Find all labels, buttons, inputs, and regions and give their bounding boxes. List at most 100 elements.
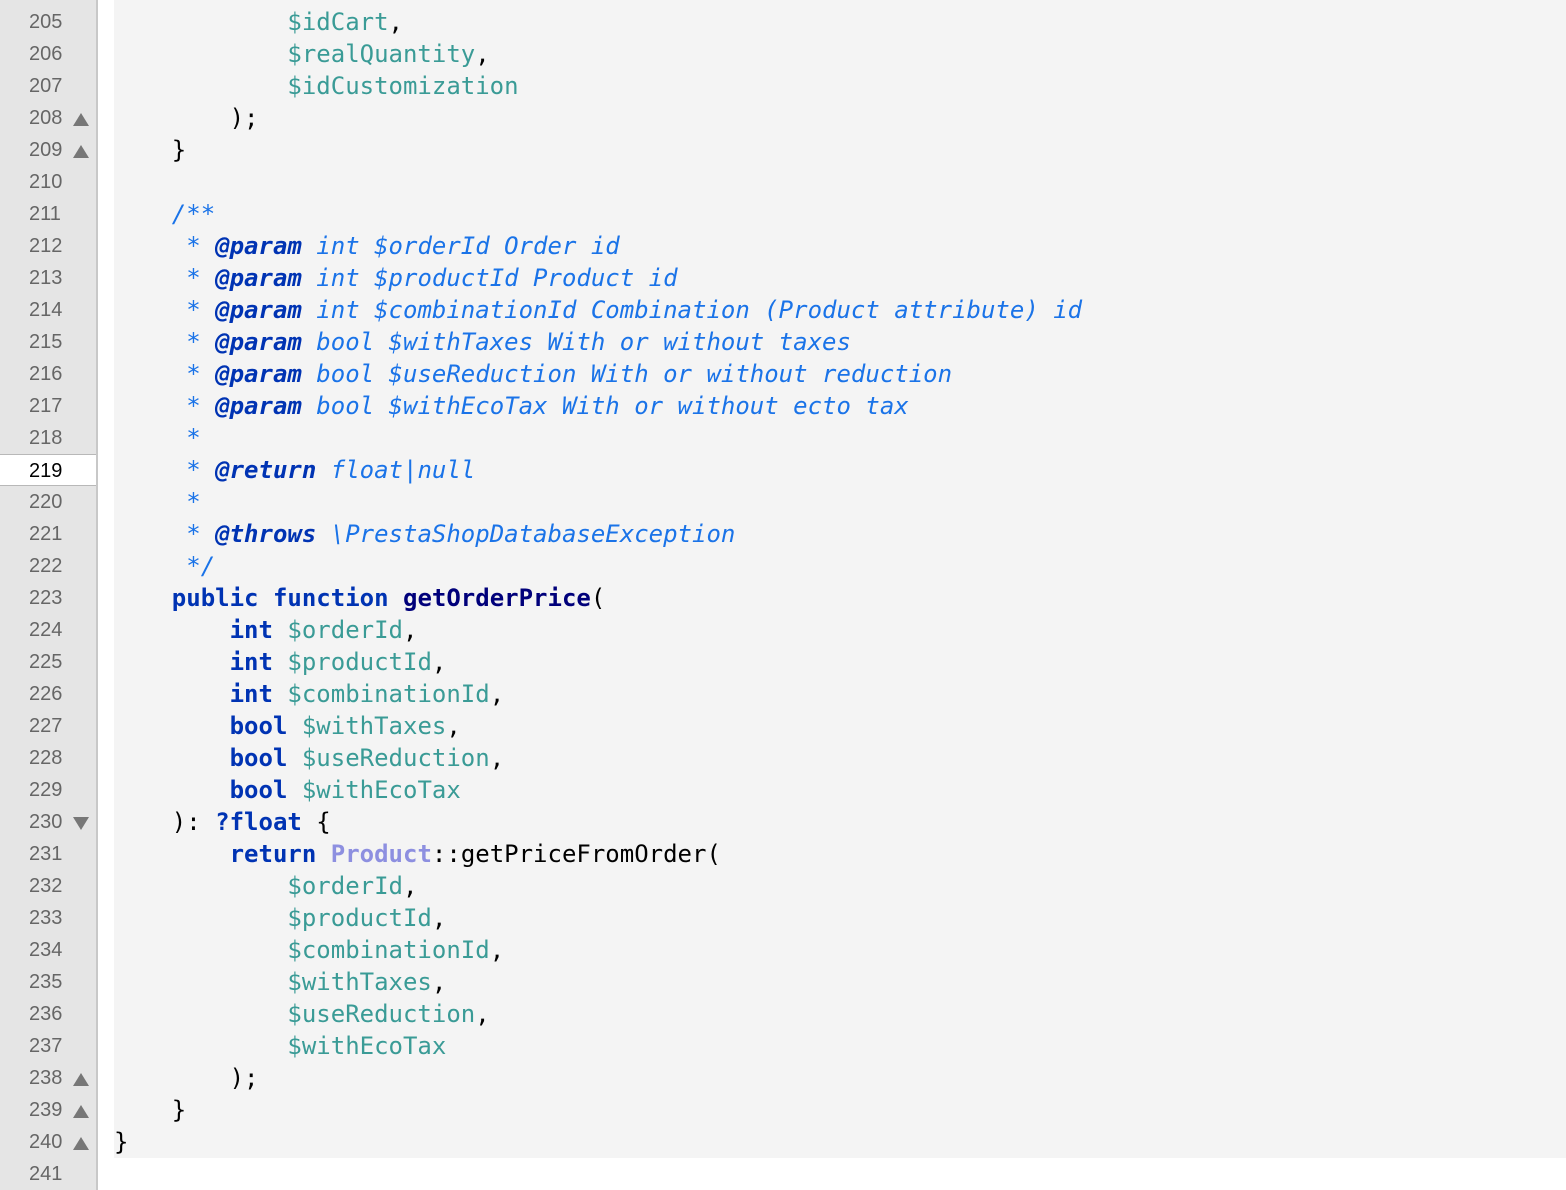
code-text[interactable]: * @return float|null	[114, 454, 475, 486]
code-line[interactable]: 213 * @param int $productId Product id	[0, 262, 1566, 294]
code-text[interactable]: $idCart,	[114, 6, 403, 38]
code-line[interactable]: 229 bool $withEcoTax	[0, 774, 1566, 806]
gutter-cell[interactable]: 211	[0, 198, 96, 230]
code-text[interactable]: *	[114, 486, 200, 518]
code-line[interactable]: 210	[0, 166, 1566, 198]
code-line[interactable]: 206 $realQuantity,	[0, 38, 1566, 70]
code-text[interactable]: bool $withTaxes,	[114, 710, 461, 742]
code-text[interactable]: */	[114, 550, 215, 582]
gutter-cell[interactable]: 239	[0, 1094, 96, 1126]
code-line[interactable]: 208 );	[0, 102, 1566, 134]
gutter-cell[interactable]: 205	[0, 6, 96, 38]
gutter-cell[interactable]: 213	[0, 262, 96, 294]
fold-end-icon[interactable]	[73, 1073, 89, 1086]
code-text[interactable]: }	[114, 1094, 186, 1126]
gutter-cell[interactable]: 222	[0, 550, 96, 582]
fold-start-icon[interactable]	[73, 817, 89, 830]
code-line[interactable]: 235 $withTaxes,	[0, 966, 1566, 998]
gutter-cell[interactable]: 234	[0, 934, 96, 966]
gutter-cell[interactable]: 208	[0, 102, 96, 134]
code-line[interactable]: 227 bool $withTaxes,	[0, 710, 1566, 742]
gutter-cell[interactable]: 207	[0, 70, 96, 102]
code-line[interactable]: 238 );	[0, 1062, 1566, 1094]
gutter-cell[interactable]: 224	[0, 614, 96, 646]
gutter-cell[interactable]: 240	[0, 1126, 96, 1158]
code-line[interactable]: 205 $idCart,	[0, 6, 1566, 38]
code-line[interactable]: 234 $combinationId,	[0, 934, 1566, 966]
code-line[interactable]: 239 }	[0, 1094, 1566, 1126]
code-line-current[interactable]: 219 * @return float|null	[0, 454, 1566, 486]
code-line[interactable]: 217 * @param bool $withEcoTax With or wi…	[0, 390, 1566, 422]
fold-end-icon[interactable]	[73, 113, 89, 126]
code-text[interactable]: ): ?float {	[114, 806, 331, 838]
gutter-cell[interactable]: 230	[0, 806, 96, 838]
code-line[interactable]: 209 }	[0, 134, 1566, 166]
code-line[interactable]: 214 * @param int $combinationId Combinat…	[0, 294, 1566, 326]
code-line[interactable]: 240}	[0, 1126, 1566, 1158]
code-text[interactable]: * @param int $orderId Order id	[114, 230, 620, 262]
gutter-cell[interactable]: 206	[0, 38, 96, 70]
code-text[interactable]: $useReduction,	[114, 998, 489, 1030]
code-line[interactable]: 226 int $combinationId,	[0, 678, 1566, 710]
code-text[interactable]: public function getOrderPrice(	[114, 582, 606, 614]
code-text[interactable]: }	[114, 1126, 128, 1158]
code-text[interactable]: );	[114, 1062, 259, 1094]
gutter-cell[interactable]: 237	[0, 1030, 96, 1062]
gutter-cell[interactable]: 212	[0, 230, 96, 262]
gutter-cell[interactable]: 225	[0, 646, 96, 678]
gutter-cell[interactable]: 228	[0, 742, 96, 774]
gutter-cell[interactable]: 218	[0, 422, 96, 454]
code-text[interactable]: bool $useReduction,	[114, 742, 505, 774]
code-line[interactable]: 241	[0, 1158, 1566, 1190]
code-line[interactable]: 237 $withEcoTax	[0, 1030, 1566, 1062]
code-text[interactable]: *	[114, 422, 200, 454]
code-line[interactable]: 230 ): ?float {	[0, 806, 1566, 838]
code-text[interactable]: $withEcoTax	[114, 1030, 446, 1062]
code-text[interactable]: $idCustomization	[114, 70, 518, 102]
code-text[interactable]: $productId,	[114, 902, 446, 934]
code-line[interactable]: 232 $orderId,	[0, 870, 1566, 902]
code-line[interactable]: 212 * @param int $orderId Order id	[0, 230, 1566, 262]
gutter-cell[interactable]: 221	[0, 518, 96, 550]
code-text[interactable]: $orderId,	[114, 870, 417, 902]
gutter-cell[interactable]: 216	[0, 358, 96, 390]
gutter-cell[interactable]: 209	[0, 134, 96, 166]
code-text[interactable]: /**	[114, 198, 215, 230]
gutter-cell[interactable]: 227	[0, 710, 96, 742]
code-text[interactable]: * @param bool $useReduction With or with…	[114, 358, 952, 390]
code-line[interactable]: 223 public function getOrderPrice(	[0, 582, 1566, 614]
fold-end-icon[interactable]	[73, 145, 89, 158]
gutter-cell[interactable]: 233	[0, 902, 96, 934]
code-line[interactable]: 218 *	[0, 422, 1566, 454]
code-text[interactable]: int $orderId,	[114, 614, 418, 646]
code-text[interactable]: }	[114, 134, 186, 166]
code-text[interactable]: * @throws \PrestaShopDatabaseException	[114, 518, 735, 550]
gutter-cell[interactable]: 238	[0, 1062, 96, 1094]
gutter-cell[interactable]: 215	[0, 326, 96, 358]
code-line[interactable]: 221 * @throws \PrestaShopDatabaseExcepti…	[0, 518, 1566, 550]
code-text[interactable]: return Product::getPriceFromOrder(	[114, 838, 721, 870]
code-text[interactable]: $withTaxes,	[114, 966, 446, 998]
fold-end-icon[interactable]	[73, 1105, 89, 1118]
fold-end-icon[interactable]	[73, 1137, 89, 1150]
gutter-cell[interactable]: 232	[0, 870, 96, 902]
code-editor[interactable]: 205 $idCart, 206 $realQuantity, 207 $idCus…	[0, 0, 1566, 1190]
code-line[interactable]: 225 int $productId,	[0, 646, 1566, 678]
code-line[interactable]: 228 bool $useReduction,	[0, 742, 1566, 774]
code-line[interactable]: 224 int $orderId,	[0, 614, 1566, 646]
code-text[interactable]: $realQuantity,	[114, 38, 489, 70]
code-line[interactable]: 215 * @param bool $withTaxes With or wit…	[0, 326, 1566, 358]
code-line[interactable]: 233 $productId,	[0, 902, 1566, 934]
code-text[interactable]: * @param bool $withTaxes With or without…	[114, 326, 851, 358]
code-text[interactable]: * @param int $productId Product id	[114, 262, 677, 294]
gutter-cell[interactable]: 223	[0, 582, 96, 614]
code-line[interactable]: 211 /**	[0, 198, 1566, 230]
gutter-cell[interactable]: 231	[0, 838, 96, 870]
code-text[interactable]: * @param bool $withEcoTax With or withou…	[114, 390, 909, 422]
gutter-cell[interactable]: 241	[0, 1158, 96, 1190]
code-line[interactable]: 216 * @param bool $useReduction With or …	[0, 358, 1566, 390]
code-line[interactable]: 236 $useReduction,	[0, 998, 1566, 1030]
gutter-cell[interactable]: 226	[0, 678, 96, 710]
code-text[interactable]: * @param int $combinationId Combination …	[114, 294, 1082, 326]
gutter-cell[interactable]: 236	[0, 998, 96, 1030]
